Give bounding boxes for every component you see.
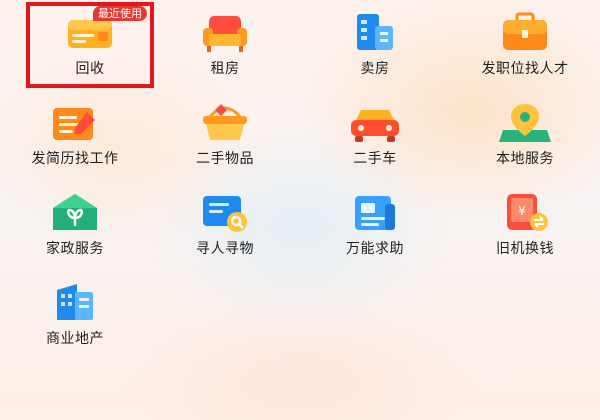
basket-icon bbox=[197, 100, 253, 146]
office-building-icon bbox=[47, 280, 103, 326]
grid-item-label: 发职位找人才 bbox=[481, 61, 569, 77]
grid-item-used-car[interactable]: 二手车 bbox=[300, 90, 450, 180]
grid-item-sell-house[interactable]: 卖房 bbox=[300, 0, 450, 90]
sofa-icon bbox=[197, 10, 253, 56]
grid-item-second-hand-goods[interactable]: 二手物品 bbox=[150, 90, 300, 180]
grid-item-label: 万能求助 bbox=[346, 241, 404, 257]
search-card-icon bbox=[197, 190, 253, 236]
briefcase-icon bbox=[497, 10, 553, 56]
map-pin-icon bbox=[497, 100, 553, 146]
grid-item-label: 寻人寻物 bbox=[196, 241, 254, 257]
house-leaf-icon bbox=[47, 190, 103, 236]
grid-item-label: 本地服务 bbox=[496, 151, 554, 167]
svg-text:¥: ¥ bbox=[518, 204, 526, 218]
grid-item-label: 卖房 bbox=[360, 61, 390, 77]
resume-pencil-icon bbox=[47, 100, 103, 146]
grid-item-post-job[interactable]: 发职位找人才 bbox=[450, 0, 600, 90]
grid-item-label: 发简历找工作 bbox=[31, 151, 119, 167]
grid-item-label: 二手车 bbox=[353, 151, 397, 167]
grid-item-lost-and-found[interactable]: 寻人寻物 bbox=[150, 180, 300, 270]
grid-item-recycle[interactable]: 回收 最近使用 bbox=[15, 0, 165, 90]
car-icon bbox=[347, 100, 403, 146]
grid-item-label: 二手物品 bbox=[196, 151, 254, 167]
grid-item-label: 旧机换钱 bbox=[496, 241, 554, 257]
grid-item-post-resume[interactable]: 发简历找工作 bbox=[0, 90, 150, 180]
recent-use-badge: 最近使用 bbox=[93, 6, 147, 21]
grid-item-label: 回收 bbox=[75, 61, 105, 77]
grid-item-general-help[interactable]: 万能求助 bbox=[300, 180, 450, 270]
phone-exchange-icon: ¥ bbox=[497, 190, 553, 236]
service-grid: 回收 最近使用 租房 卖房 发职位找人才 发简历找工作 二手物品 二手车 本地服… bbox=[0, 0, 600, 420]
grid-item-housekeeping[interactable]: 家政服务 bbox=[0, 180, 150, 270]
grid-item-local-services[interactable]: 本地服务 bbox=[450, 90, 600, 180]
grid-item-label: 租房 bbox=[210, 61, 240, 77]
grid-item-trade-in-phone[interactable]: ¥ 旧机换钱 bbox=[450, 180, 600, 270]
grid-item-label: 商业地产 bbox=[46, 331, 104, 347]
building-icon bbox=[347, 10, 403, 56]
grid-item-label: 家政服务 bbox=[46, 241, 104, 257]
grid-item-rent[interactable]: 租房 bbox=[150, 0, 300, 90]
grid-item-commercial-property[interactable]: 商业地产 bbox=[0, 270, 150, 360]
newspaper-icon bbox=[347, 190, 403, 236]
